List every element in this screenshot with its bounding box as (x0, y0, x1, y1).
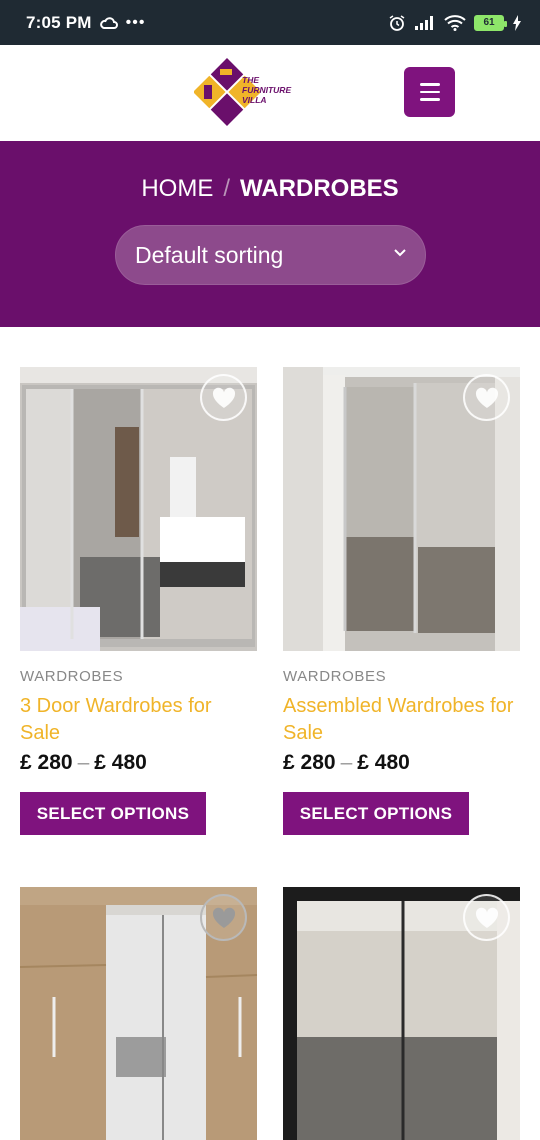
wishlist-button[interactable] (463, 374, 510, 421)
price-min: £ 280 (20, 751, 73, 774)
product-price: £ 280– £ 480 (20, 751, 257, 775)
alarm-icon (389, 14, 405, 31)
status-bar: 7:05 PM ••• 61 (0, 0, 540, 45)
select-options-button[interactable]: SELECT OPTIONS (283, 792, 469, 835)
hamburger-line (419, 83, 440, 86)
wishlist-button[interactable] (200, 894, 247, 941)
product-name[interactable]: 3 Door Wardrobes for Sale (20, 693, 257, 747)
battery-level: 61 (483, 17, 495, 28)
logo-word-villa: VILLA (242, 95, 267, 105)
price-max: £ 480 (94, 751, 147, 774)
logo-word-the: THE (242, 75, 259, 85)
hamburger-line (419, 98, 440, 101)
status-time: 7:05 PM (26, 12, 92, 32)
product-price: £ 280– £ 480 (283, 751, 520, 775)
battery-icon: 61 (474, 14, 507, 31)
product-image[interactable] (20, 887, 257, 1140)
select-options-button[interactable]: SELECT OPTIONS (20, 792, 206, 835)
heart-icon (475, 907, 498, 928)
heart-icon (212, 907, 235, 928)
more-notifications-icon: ••• (125, 13, 146, 31)
logo-word-furniture: FURNITURE (242, 85, 292, 95)
price-min: £ 280 (283, 751, 336, 774)
product-category[interactable]: WARDROBES (20, 668, 257, 685)
wifi-icon (444, 14, 466, 31)
hamburger-line (419, 90, 440, 94)
heart-icon (212, 387, 235, 408)
breadcrumb-current: WARDROBES (240, 175, 399, 202)
site-header: THE FURNITURE VILLA (0, 45, 540, 141)
signal-icon (415, 15, 433, 30)
breadcrumb-home-link[interactable]: HOME (141, 175, 213, 202)
price-dash: – (340, 751, 353, 774)
product-category[interactable]: WARDROBES (283, 668, 520, 685)
breadcrumb-separator: / (223, 175, 230, 202)
chevron-down-icon (394, 249, 406, 257)
site-logo[interactable]: THE FURNITURE VILLA (194, 55, 304, 129)
price-max: £ 480 (357, 751, 410, 774)
product-card: WARDROBES 3 Door Wardrobes for Sale £ 28… (20, 367, 257, 835)
price-dash: – (77, 751, 90, 774)
product-card: WARDROBES Assembled Wardrobes for Sale £… (283, 367, 520, 835)
category-banner: HOME / WARDROBES Default sorting (0, 141, 540, 327)
cloud-icon (99, 16, 118, 29)
product-card (283, 887, 520, 1140)
product-name[interactable]: Assembled Wardrobes for Sale (283, 693, 520, 747)
wishlist-button[interactable] (200, 374, 247, 421)
product-image[interactable] (20, 367, 257, 651)
logo-text: THE FURNITURE VILLA (242, 75, 291, 105)
wishlist-button[interactable] (463, 894, 510, 941)
product-image[interactable] (283, 367, 520, 651)
product-image[interactable] (283, 887, 520, 1140)
breadcrumb: HOME / WARDROBES (0, 175, 540, 203)
charging-icon (513, 14, 521, 31)
product-card (20, 887, 257, 1140)
heart-icon (475, 387, 498, 408)
sort-selected-value: Default sorting (135, 241, 284, 268)
sort-select[interactable]: Default sorting (115, 225, 426, 285)
hamburger-menu-button[interactable] (404, 67, 455, 117)
